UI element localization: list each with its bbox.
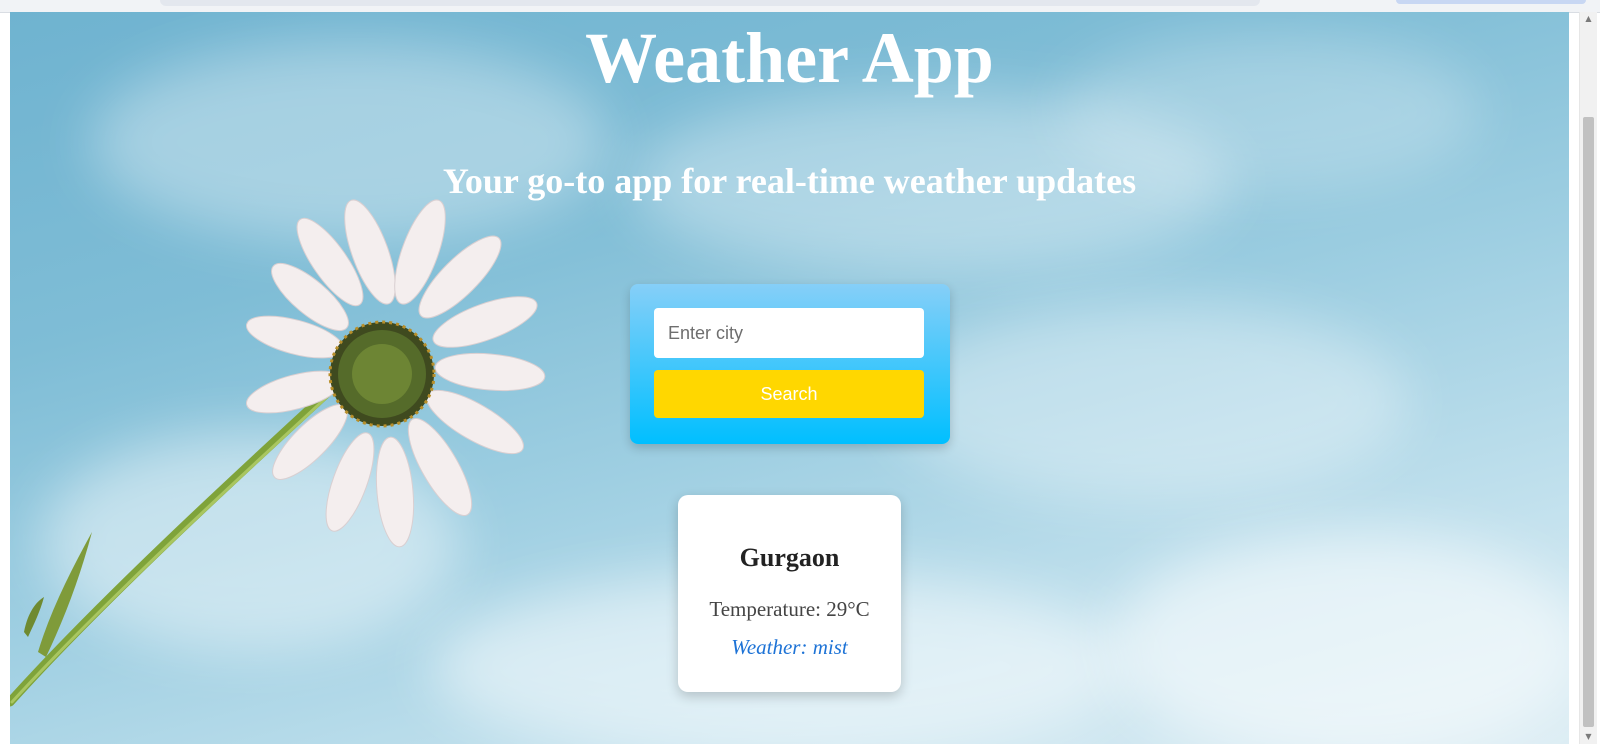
scroll-down-arrow-icon[interactable]: ▼ — [1580, 730, 1597, 744]
result-weather-description: Weather: mist — [731, 635, 848, 659]
daisy-flower-image — [10, 199, 546, 707]
result-city-name: Gurgaon — [739, 543, 840, 572]
app-tagline: Your go-to app for real-time weather upd… — [442, 161, 1137, 201]
result-temperature: Temperature: 29°C — [709, 597, 870, 621]
page-viewport: Weather App Your go-to app for real-time… — [10, 12, 1569, 744]
search-panel: Search — [630, 284, 950, 444]
search-button[interactable]: Search — [654, 370, 924, 418]
scroll-thumb[interactable] — [1583, 117, 1594, 727]
browser-button-edge — [1396, 0, 1586, 4]
app-title: Weather App — [585, 18, 994, 98]
scroll-up-arrow-icon[interactable]: ▲ — [1580, 12, 1597, 26]
page-scrollbar[interactable]: ▲ ▼ — [1579, 12, 1597, 744]
weather-result-card: Gurgaon Temperature: 29°C Weather: mist — [678, 495, 901, 692]
address-bar-edge — [160, 0, 1260, 6]
city-search-input[interactable] — [654, 308, 924, 358]
